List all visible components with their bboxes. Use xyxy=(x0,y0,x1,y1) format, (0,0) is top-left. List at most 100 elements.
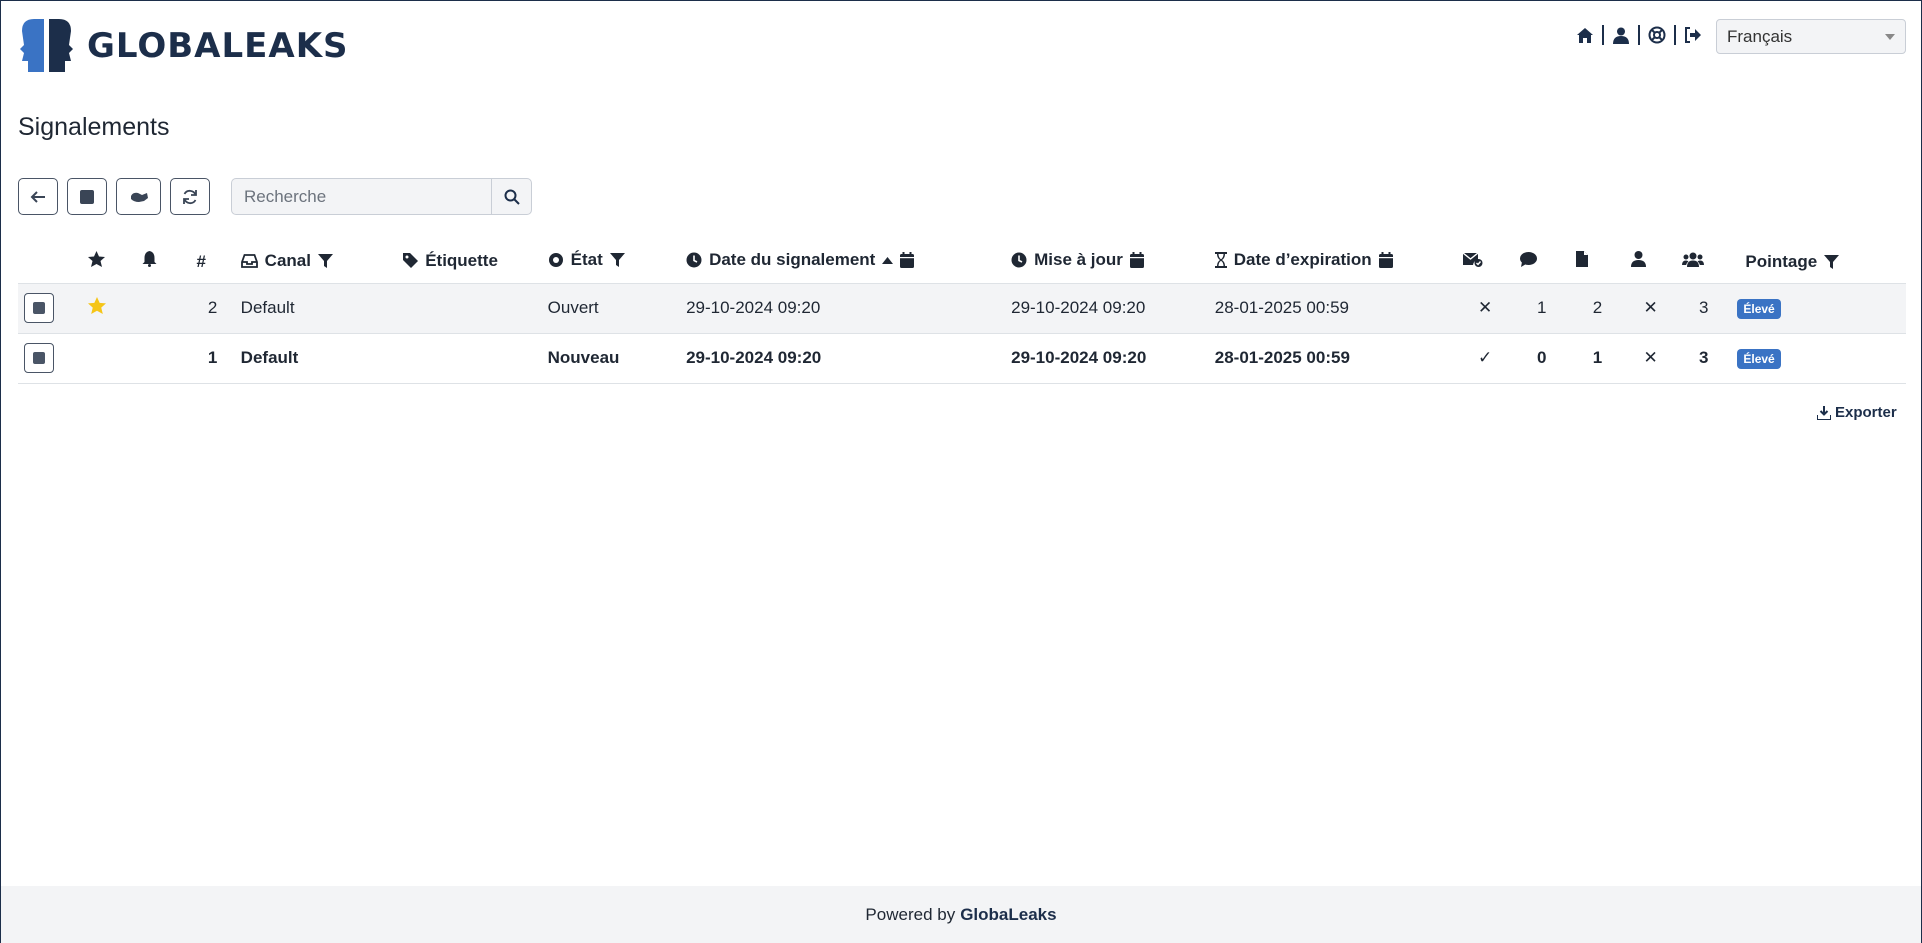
col-id[interactable]: # xyxy=(191,241,235,283)
language-select[interactable]: Français xyxy=(1716,19,1906,54)
row-comments: 1 xyxy=(1513,282,1570,333)
row-recipients: 3 xyxy=(1676,332,1732,384)
col-recipients[interactable] xyxy=(1676,241,1731,283)
row-status: Ouvert xyxy=(541,282,681,333)
col-update-label: Mise à jour xyxy=(1034,250,1123,270)
back-arrow-icon xyxy=(30,190,45,203)
row-expiry: 28-01-2025 00:59 xyxy=(1208,332,1457,384)
row-score-cell: Élevé xyxy=(1731,332,1906,384)
row-read: ✕ xyxy=(1456,282,1514,333)
user-icon[interactable] xyxy=(1611,25,1631,45)
export-label: Exporter xyxy=(1835,404,1897,421)
sort-up-icon[interactable] xyxy=(882,256,894,264)
row-report-date: 29-10-2024 09:20 xyxy=(680,282,1006,333)
row-update: 29-10-2024 09:20 xyxy=(1005,282,1209,333)
row-whistleblower: ✕ xyxy=(1625,332,1677,384)
clock-icon xyxy=(1011,252,1027,268)
calendar-icon[interactable] xyxy=(1129,252,1144,269)
col-update[interactable]: Mise à jour xyxy=(1005,241,1209,283)
reports-table: # Canal Étiquette État Date du signaleme… xyxy=(18,241,1906,384)
col-channel-label: Canal xyxy=(264,250,311,270)
table-row[interactable]: 2 Default Ouvert 29-10-2024 09:20 29-10-… xyxy=(18,282,1906,333)
separator xyxy=(1602,25,1604,45)
col-label[interactable]: Étiquette xyxy=(397,241,541,283)
row-read: ✓ xyxy=(1456,332,1514,384)
row-whistleblower: ✕ xyxy=(1625,282,1677,333)
export-button[interactable]: Exporter xyxy=(1817,404,1897,421)
refresh-button[interactable] xyxy=(170,178,210,215)
score-badge: Élevé xyxy=(1737,298,1781,319)
inbox-icon xyxy=(240,253,258,268)
row-label xyxy=(397,332,542,384)
filter-icon[interactable] xyxy=(1824,254,1840,269)
table-row[interactable]: 1 Default Nouveau 29-10-2024 09:20 29-10… xyxy=(18,332,1906,384)
row-label xyxy=(397,282,542,333)
hourglass-icon xyxy=(1214,252,1227,269)
row-select-cell xyxy=(18,332,83,384)
row-report-date: 29-10-2024 09:20 xyxy=(680,332,1006,384)
score-badge: Élevé xyxy=(1737,348,1781,369)
star-icon xyxy=(88,251,106,268)
header: GLOBALEAKS Français xyxy=(1,1,1921,91)
brand-name: GLOBALEAKS xyxy=(87,25,349,66)
status-circle-icon xyxy=(548,253,563,268)
row-checkbox[interactable] xyxy=(24,293,54,323)
footer: Powered by GlobaLeaks xyxy=(1,886,1921,943)
row-files: 2 xyxy=(1569,282,1626,333)
col-comments[interactable] xyxy=(1514,241,1570,283)
footer-brand-link[interactable]: GlobaLeaks xyxy=(960,905,1056,925)
row-notification-cell xyxy=(136,282,191,333)
col-read[interactable] xyxy=(1457,241,1514,283)
row-select-cell xyxy=(18,282,83,333)
row-notification-cell xyxy=(136,332,191,384)
row-star-cell[interactable] xyxy=(82,332,137,384)
row-comments: 0 xyxy=(1513,332,1570,384)
calendar-icon[interactable] xyxy=(1378,252,1393,269)
download-icon xyxy=(1817,405,1831,420)
row-checkbox[interactable] xyxy=(24,343,54,373)
col-files[interactable] xyxy=(1570,241,1625,283)
search-button[interactable] xyxy=(491,178,532,215)
row-score-cell: Élevé xyxy=(1731,282,1906,333)
row-files: 1 xyxy=(1569,332,1626,384)
search-input[interactable] xyxy=(231,178,491,215)
support-icon[interactable] xyxy=(1647,25,1667,45)
col-status[interactable]: État xyxy=(542,241,680,283)
language-value: Français xyxy=(1727,26,1793,46)
col-report-date[interactable]: Date du signalement xyxy=(680,241,1005,283)
col-channel[interactable]: Canal xyxy=(235,241,398,283)
home-icon[interactable] xyxy=(1575,25,1595,45)
filter-icon[interactable] xyxy=(317,253,333,268)
filter-icon[interactable] xyxy=(609,253,625,268)
select-all-button[interactable] xyxy=(67,178,107,215)
col-score[interactable]: Pointage xyxy=(1731,241,1906,283)
row-channel: Default xyxy=(234,282,398,333)
star-icon[interactable] xyxy=(88,297,107,314)
refresh-icon xyxy=(183,189,197,204)
col-status-label: État xyxy=(570,250,603,270)
col-score-label: Pointage xyxy=(1745,251,1818,271)
separator xyxy=(1674,25,1676,45)
col-expiry-label: Date d’expiration xyxy=(1233,250,1372,270)
logo[interactable]: GLOBALEAKS xyxy=(18,17,349,74)
select-all-icon xyxy=(80,189,94,204)
page-title: Signalements xyxy=(18,113,170,141)
envelope-check-icon xyxy=(1462,252,1483,267)
logout-icon[interactable] xyxy=(1683,25,1703,45)
tag-icon xyxy=(403,253,419,268)
row-star-cell[interactable] xyxy=(82,282,137,333)
bell-icon xyxy=(142,251,157,268)
transfer-button[interactable] xyxy=(116,178,161,215)
separator xyxy=(1638,25,1640,45)
row-recipients: 3 xyxy=(1676,282,1732,333)
col-select xyxy=(18,241,82,283)
row-expiry: 28-01-2025 00:59 xyxy=(1208,282,1457,333)
table-header-row: # Canal Étiquette État Date du signaleme… xyxy=(18,241,1906,283)
col-notification[interactable] xyxy=(136,241,190,283)
back-button[interactable] xyxy=(18,178,58,215)
col-starred[interactable] xyxy=(82,241,136,283)
col-whistleblower[interactable] xyxy=(1625,241,1676,283)
calendar-icon[interactable] xyxy=(900,252,915,269)
col-expiry[interactable]: Date d’expiration xyxy=(1209,241,1457,283)
clock-icon xyxy=(686,252,702,268)
